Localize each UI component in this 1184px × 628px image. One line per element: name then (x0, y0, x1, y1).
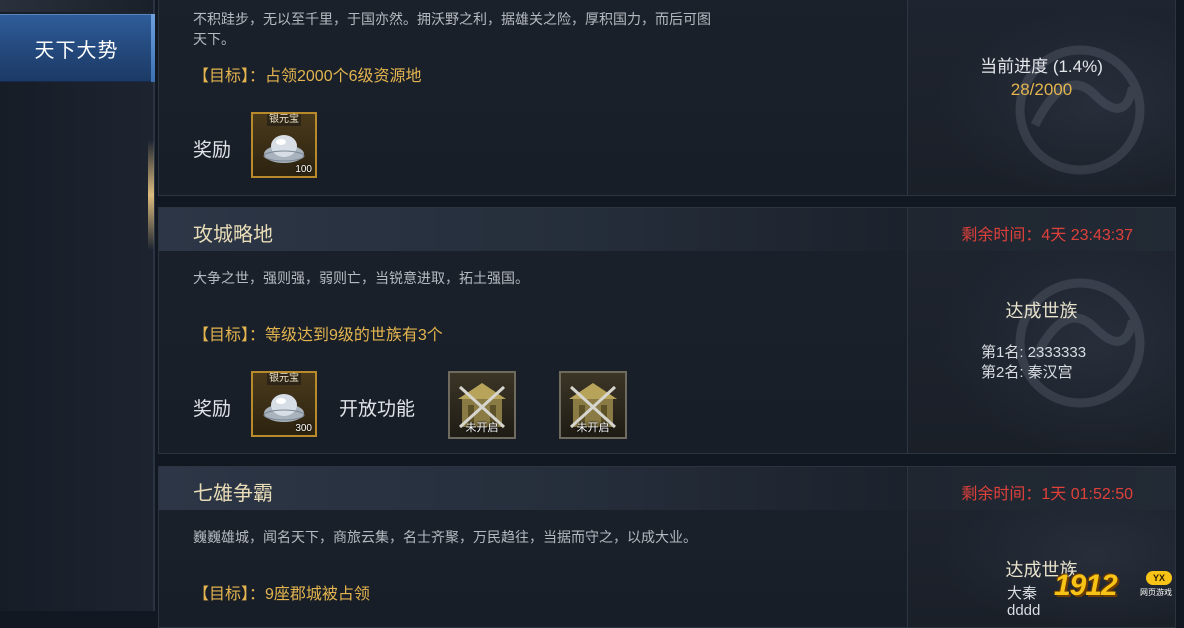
reward-label: 奖励 (193, 140, 232, 161)
remaining-time: 剩余时间：4天 23:43:37 (961, 227, 1133, 244)
reward-item-silver-ingot[interactable]: 银元宝 100 (251, 112, 317, 178)
sidebar-tab-label: 天下大势 (34, 39, 119, 62)
open-function-label: 开放功能 (339, 399, 416, 420)
mission-goal: 【目标】：等级达到9级的世族有3个 (193, 327, 443, 344)
sidebar-tab-tianxia-dashi[interactable]: 天下大势 (0, 14, 155, 82)
mission-title: 攻城略地 (193, 224, 273, 246)
rank-entry: dddd (1007, 602, 1041, 619)
progress-label: 当前进度 (1.4%) (980, 57, 1103, 76)
item-quantity: 300 (295, 423, 312, 434)
item-tag: 银元宝 (267, 114, 301, 126)
mission-description: 大争之世，强则强，弱则亡，当锐意进取，拓土强国。 (193, 268, 793, 288)
mission-panel-2: 攻城略地 剩余时间：4天 23:43:37 大争之世，强则强，弱则亡，当锐意进取… (158, 207, 1176, 454)
site-watermark-logo: 1912 YX 网页游戏 (1054, 569, 1174, 603)
function-unlock-slot[interactable]: 未开启 (448, 371, 516, 439)
mission-title: 七雄争霸 (193, 483, 273, 505)
progress-value: 28/2000 (1010, 80, 1073, 99)
mission-description: 不积跬步，无以至千里，于国亦然。拥沃野之利，据雄关之险，厚积国力，而后可图 天下… (193, 9, 793, 49)
reward-item-silver-ingot[interactable]: 银元宝 300 (251, 371, 317, 437)
mission-panel-1: 不积跬步，无以至千里，于国亦然。拥沃野之利，据雄关之险，厚积国力，而后可图 天下… (158, 0, 1176, 196)
sidebar-top-edge (0, 0, 153, 12)
watermark-subtitle: 网页游戏 (1140, 588, 1172, 597)
function-status: 未开启 (576, 422, 610, 434)
watermark-badge: YX (1146, 571, 1172, 585)
mission-goal: 【目标】：占领2000个6级资源地 (193, 68, 422, 85)
description-line: 不积跬步，无以至千里，于国亦然。拥沃野之利，据雄关之险，厚积国力，而后可图 (193, 11, 711, 27)
function-status: 未开启 (465, 422, 499, 434)
sidebar-glow-decoration (148, 140, 154, 250)
silver-ingot-icon (263, 135, 305, 163)
description-line: 大争之世，强则强，弱则亡，当锐意进取，拓土强国。 (193, 270, 529, 286)
description-line: 巍巍雄城，闻名天下，商旅云集，名士齐聚，万民趋往，当据而守之，以成大业。 (193, 529, 697, 545)
remaining-time: 剩余时间：1天 01:52:50 (961, 486, 1133, 503)
reward-label: 奖励 (193, 399, 232, 420)
sidebar: 天下大势 (0, 0, 155, 611)
clan-achieved-title: 达成世族 (1005, 301, 1078, 321)
mission-panel-3: 七雄争霸 剩余时间：1天 01:52:50 巍巍雄城，闻名天下，商旅云集，名士齐… (158, 466, 1176, 628)
mission-description: 巍巍雄城，闻名天下，商旅云集，名士齐聚，万民趋往，当据而守之，以成大业。 (193, 527, 843, 547)
function-unlock-slot[interactable]: 未开启 (559, 371, 627, 439)
item-quantity: 100 (295, 164, 312, 175)
watermark-number: 1912 (1054, 569, 1118, 602)
mission-goal: 【目标】：9座郡城被占领 (193, 586, 370, 603)
description-line: 天下。 (193, 31, 235, 47)
rank-entry: 第1名: 2333333 (981, 344, 1087, 361)
rank-entry: 第2名: 秦汉宫 (981, 364, 1073, 381)
silver-ingot-icon (263, 394, 305, 422)
item-tag: 银元宝 (267, 373, 301, 385)
